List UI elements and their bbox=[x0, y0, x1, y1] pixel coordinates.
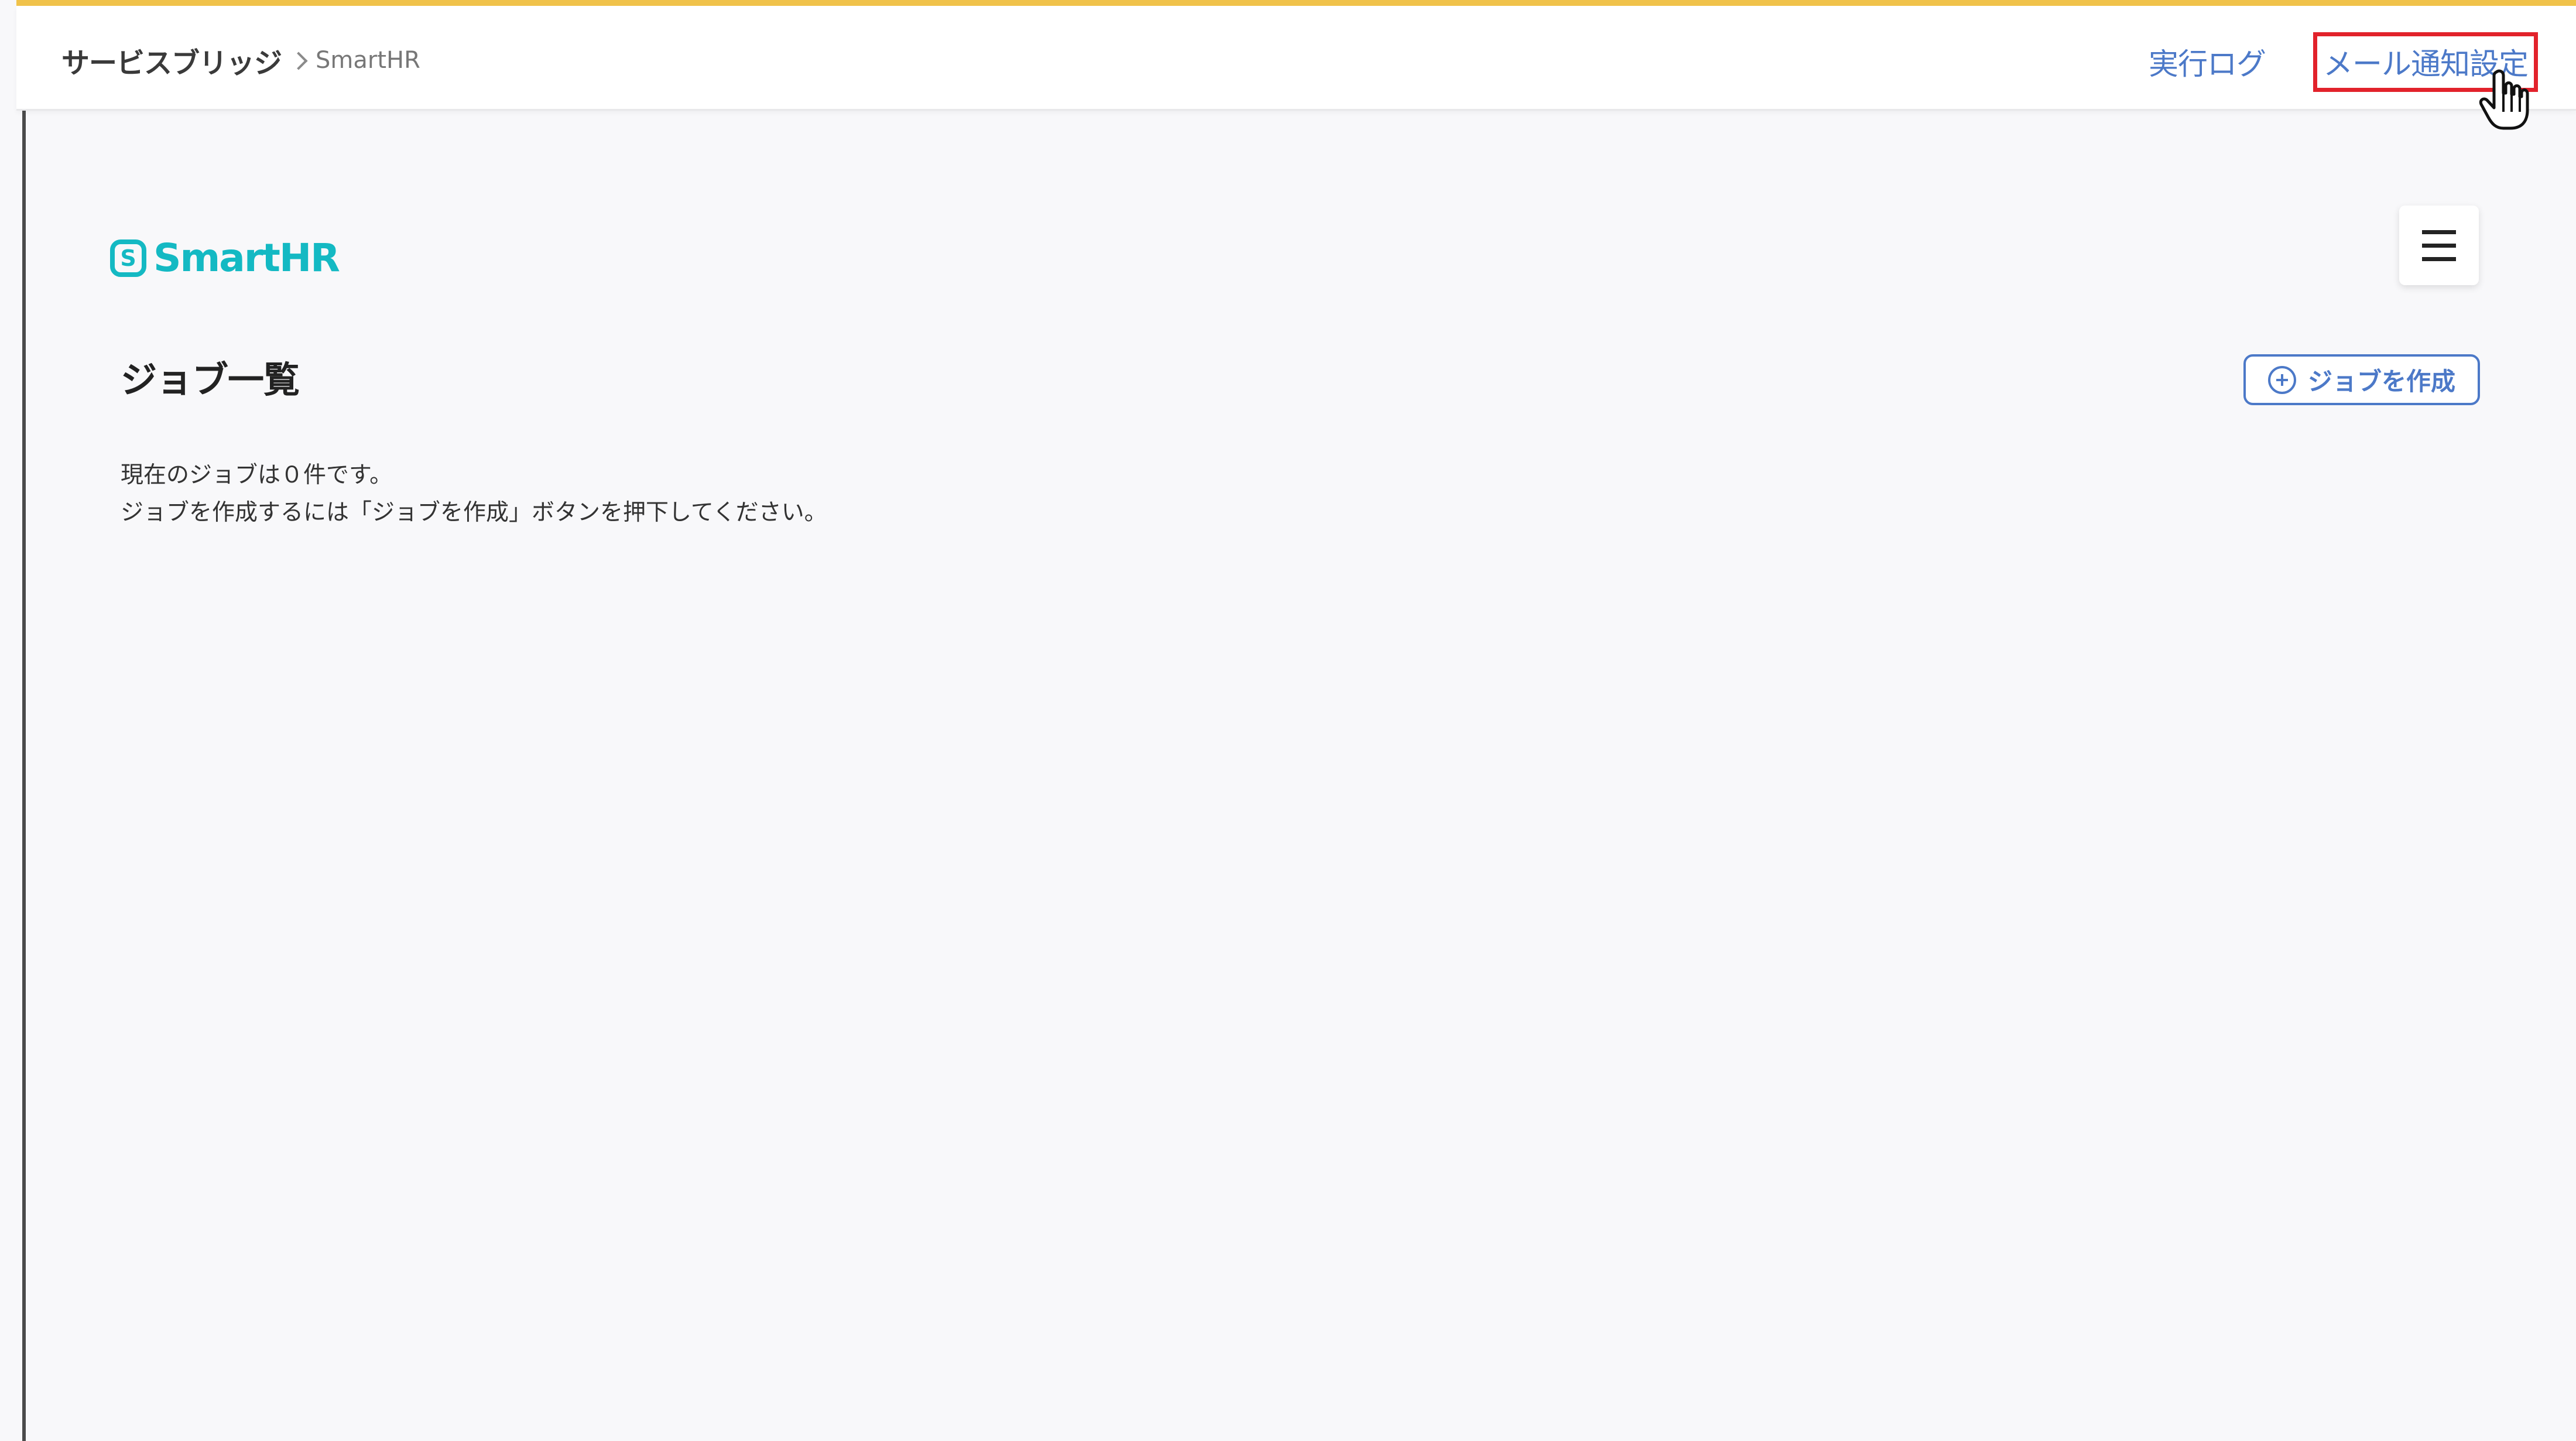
smarthr-logo-text: SmartHR bbox=[153, 235, 340, 280]
pointer-hand-icon bbox=[2479, 69, 2529, 130]
breadcrumb-service-bridge[interactable]: サービスブリッジ bbox=[61, 40, 282, 81]
create-job-button-label: ジョブを作成 bbox=[2307, 367, 2455, 396]
smarthr-logo-mark-icon: S bbox=[110, 239, 146, 277]
hamburger-menu-button[interactable] bbox=[2399, 206, 2479, 285]
breadcrumb: サービスブリッジ SmartHR bbox=[61, 40, 420, 81]
empty-message-line-2: ジョブを作成するには「ジョブを作成」ボタンを押下してください。 bbox=[121, 499, 827, 526]
menu-line-icon bbox=[2422, 244, 2456, 248]
page-title: ジョブ一覧 bbox=[121, 358, 300, 401]
top-accent-bar bbox=[16, 0, 2576, 6]
chevron-right-icon bbox=[282, 46, 316, 74]
create-job-button[interactable]: ジョブを作成 bbox=[2243, 354, 2480, 405]
smarthr-logo: S SmartHR bbox=[110, 235, 340, 280]
plus-circle-icon bbox=[2267, 365, 2296, 394]
empty-jobs-message: 現在のジョブは０件です。 ジョブを作成するには「ジョブを作成」ボタンを押下してく… bbox=[121, 457, 827, 532]
menu-line-icon bbox=[2422, 257, 2456, 261]
top-header: サービスブリッジ SmartHR 実行ログ メール通知設定 bbox=[16, 6, 2576, 130]
menu-line-icon bbox=[2422, 230, 2456, 234]
left-window-border bbox=[22, 105, 26, 1441]
breadcrumb-smarthr: SmartHR bbox=[316, 47, 420, 74]
execution-log-link[interactable]: 実行ログ bbox=[2149, 40, 2266, 83]
empty-message-line-1: 現在のジョブは０件です。 bbox=[121, 462, 393, 488]
